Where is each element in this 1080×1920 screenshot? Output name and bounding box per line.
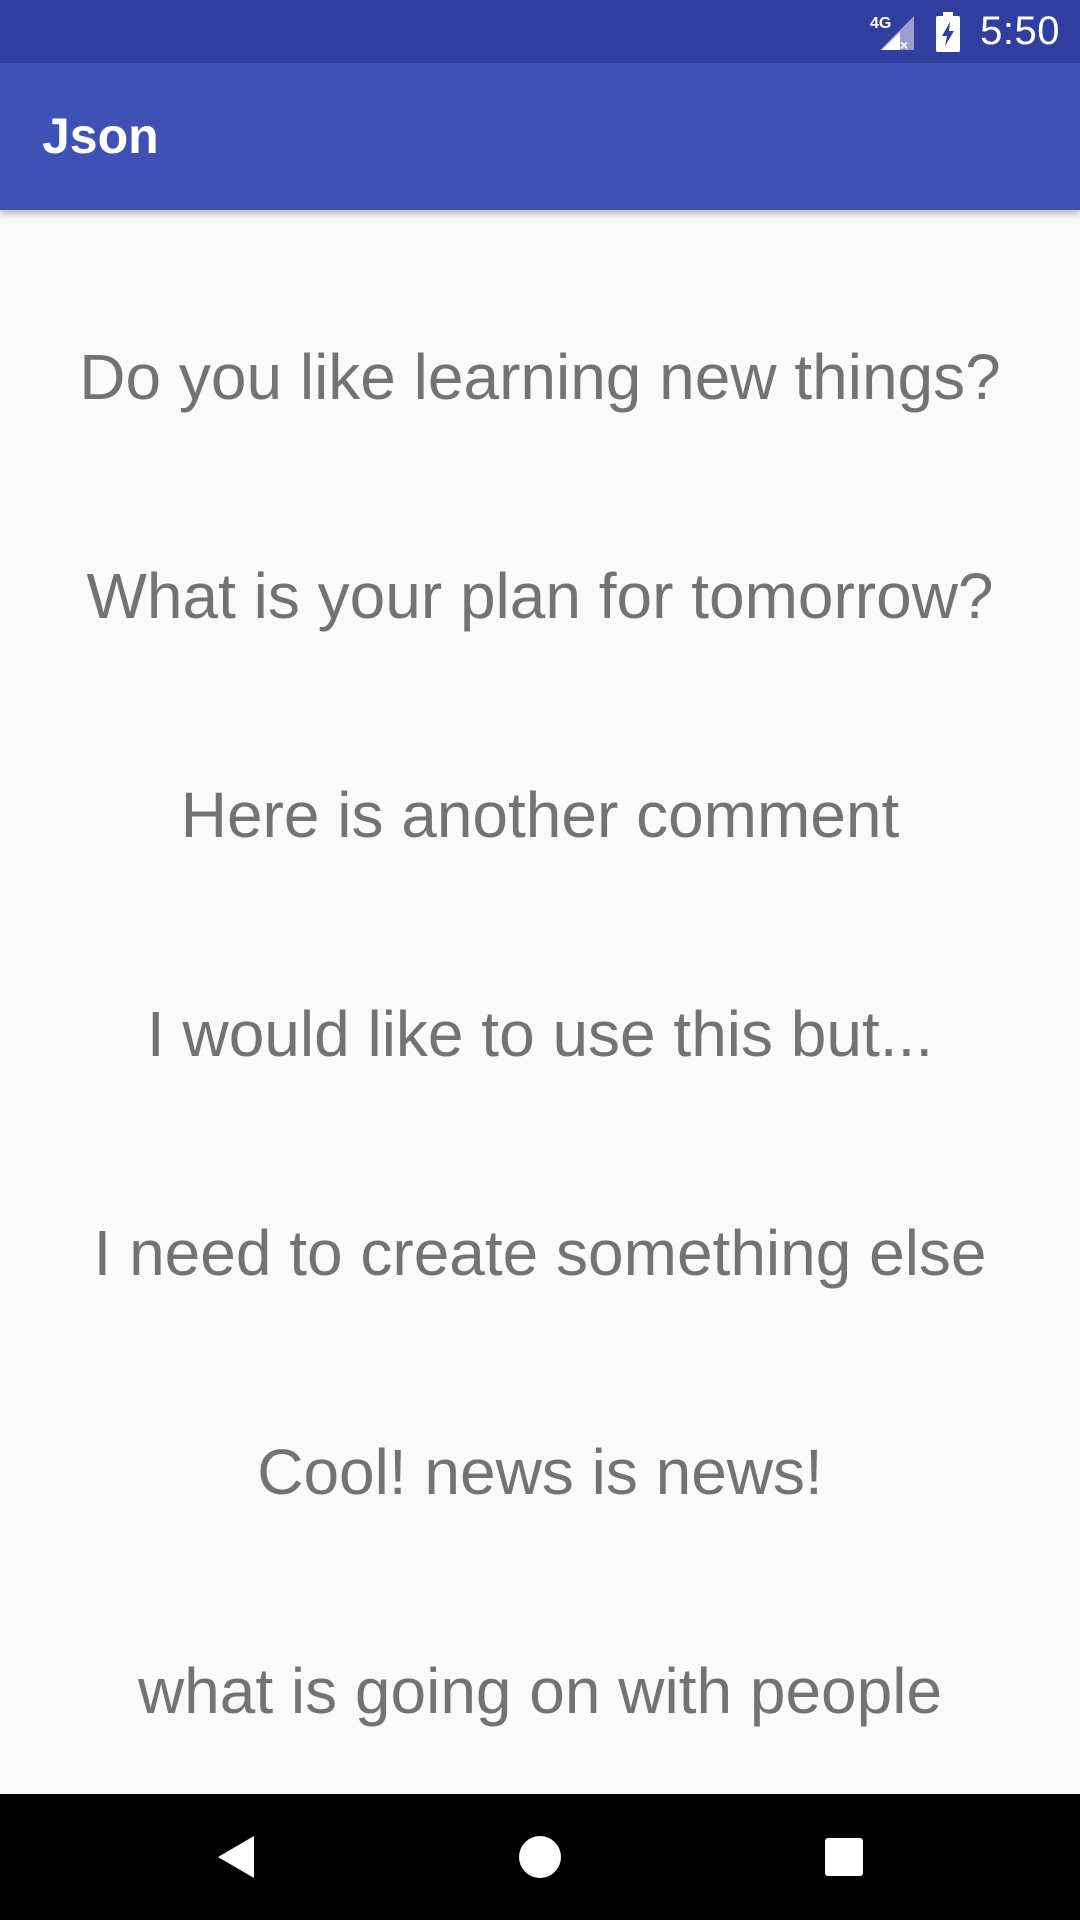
comment-list[interactable]: Do you like learning new things? What is… [0, 210, 1080, 1794]
app-bar: Json [0, 63, 1080, 210]
app-title: Json [42, 108, 159, 164]
cell-signal-icon: 4G × [870, 12, 916, 52]
list-item[interactable]: Do you like learning new things? [0, 340, 1080, 414]
screen: 4G × 5:50 Json Do you like learning new … [0, 0, 1080, 1920]
back-icon [218, 1836, 254, 1878]
home-button[interactable] [470, 1794, 610, 1920]
network-type-label: 4G [870, 15, 891, 32]
navigation-bar [0, 1794, 1080, 1920]
svg-text:×: × [900, 37, 908, 52]
list-item[interactable]: What is your plan for tomorrow? [0, 559, 1080, 633]
battery-icon [936, 11, 961, 52]
list-item[interactable]: Here is another comment [0, 778, 1080, 852]
status-bar: 4G × 5:50 [0, 0, 1080, 63]
list-item[interactable]: what is going on with people [0, 1654, 1080, 1728]
list-item[interactable]: I need to create something else [0, 1216, 1080, 1290]
recents-button[interactable] [774, 1794, 914, 1920]
status-clock: 5:50 [980, 9, 1060, 53]
back-button[interactable] [166, 1794, 306, 1920]
list-item[interactable]: Cool! news is news! [0, 1435, 1080, 1509]
recents-icon [825, 1838, 863, 1876]
status-icons: 4G × 5:50 [870, 0, 1060, 63]
home-icon [519, 1836, 561, 1878]
list-item[interactable]: I would like to use this but... [0, 997, 1080, 1071]
